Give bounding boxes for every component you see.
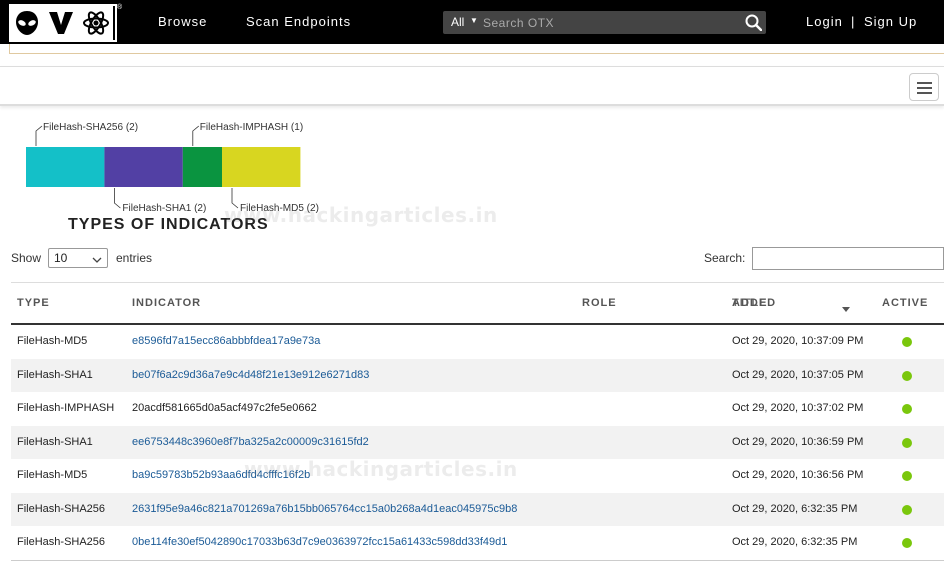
table-row: FileHash-SHA1 be07f6a2c9d36a7e9c4d48f21e1… (11, 358, 944, 392)
added-date-cell: Oct 29, 2020, 10:36:59 PM (732, 435, 864, 448)
table-bottom-border (11, 559, 944, 561)
table-search-label: Search: (704, 251, 746, 265)
chart-data-label: FileHash-MD5 (2) (240, 203, 319, 214)
auth-separator: | (851, 14, 856, 29)
indicator-type-cell: FileHash-SHA1 (17, 368, 93, 381)
indicator-type-cell: FileHash-MD5 (17, 469, 88, 481)
added-date-cell: Oct 29, 2020, 6:32:35 PM (732, 536, 858, 548)
table-row: FileHash-SHA256 0be114fe30ef5042890c17033… (11, 526, 944, 560)
active-status-dot-icon (902, 538, 912, 548)
indicator-type-cell: FileHash-MD5 (17, 335, 88, 347)
chart-label-leader-line (35, 125, 43, 146)
indicator-type-cell: FileHash-SHA1 (17, 435, 93, 448)
table-header: TYPE INDICATOR ROLE TITLE ADDED ACTIVE (11, 282, 944, 325)
chart-title: TYPES OF INDICATORS (68, 216, 269, 233)
registered-mark: ® (117, 4, 123, 11)
active-status-dot-icon (902, 370, 912, 381)
col-header-active[interactable]: ACTIVE (882, 297, 928, 309)
sort-desc-icon[interactable] (842, 300, 850, 318)
table-body: FileHash-MD5 e8596fd7a15ecc86abbbfdea17a9… (11, 325, 944, 560)
otx-search-bar: All ▼ (443, 11, 766, 34)
otx-logo[interactable] (9, 4, 117, 42)
indicator-type-cell: FileHash-SHA256 (17, 536, 106, 548)
indicator-types-chart: FileHash-SHA256 (2) FileHash-SHA1 (2) File… (26, 122, 319, 214)
chart-bar-segment[interactable] (104, 147, 183, 187)
added-date-cell: Oct 29, 2020, 10:37:05 PM (732, 368, 864, 381)
indicator-link[interactable]: e8596fd7a15ecc86abbbfdea17a9e73a (132, 335, 320, 347)
atom-logo-icon (79, 6, 113, 40)
nav-scan-endpoints-link[interactable]: Scan Endpoints (246, 14, 351, 29)
indicator-link[interactable]: 0be114fe30ef5042890c17033b63d7c9e0363972… (132, 536, 507, 548)
active-status-dot-icon (902, 504, 912, 515)
added-date-cell: Oct 29, 2020, 10:37:02 PM (732, 402, 864, 414)
caret-down-icon[interactable]: ▼ (470, 16, 478, 25)
notice-strip (9, 44, 944, 54)
active-status-dot-icon (902, 437, 912, 448)
indicator-type-cell: FileHash-SHA256 (17, 502, 106, 515)
table-row: FileHash-SHA1 ee6753448c3960e8f7ba325a2c0… (11, 425, 944, 459)
active-status-dot-icon (902, 337, 912, 347)
chart-label-leader-line (231, 188, 239, 209)
added-date-cell: Oct 29, 2020, 10:37:09 PM (732, 335, 864, 347)
added-date-cell: Oct 29, 2020, 10:36:56 PM (732, 469, 864, 481)
indicator-text: 20acdf581665d0a5acf497c2fe5e0662 (132, 402, 317, 414)
active-status-dot-icon (902, 404, 912, 414)
chart-data-label: FileHash-SHA256 (2) (43, 122, 138, 133)
page-size-select[interactable]: 10 (48, 248, 108, 268)
indicators-table: TYPE INDICATOR ROLE TITLE ADDED ACTIVE F… (11, 282, 944, 561)
alien-logo-icon (11, 6, 45, 40)
table-row: FileHash-IMPHASH 20acdf581665d0a5acf497c2… (11, 392, 944, 426)
chart-bar-segment[interactable] (222, 147, 301, 187)
page-size-value: 10 (54, 251, 68, 265)
entries-label: entries (116, 251, 153, 265)
chart-label-leader-line (192, 125, 200, 146)
search-scope-dropdown[interactable]: All (451, 15, 464, 29)
chart-label-leader-line (114, 188, 121, 209)
chart-data-label: FileHash-IMPHASH (1) (200, 122, 303, 133)
indicator-link[interactable]: be07f6a2c9d36a7e9c4d48f21e13e912e6271d83 (132, 369, 369, 381)
search-icon[interactable] (745, 14, 763, 36)
chart-bar-segment[interactable] (26, 147, 105, 187)
added-date-cell: Oct 29, 2020, 6:32:35 PM (732, 502, 858, 515)
col-header-role[interactable]: ROLE (582, 297, 617, 309)
active-status-dot-icon (902, 471, 912, 481)
chart-bar-segment[interactable] (182, 147, 222, 187)
indicator-link[interactable]: ee6753448c3960e8f7ba325a2c00009c31615fd2 (132, 436, 369, 448)
indicator-type-cell: FileHash-IMPHASH (17, 402, 115, 414)
table-row: FileHash-MD5 e8596fd7a15ecc86abbbfdea17a9… (11, 325, 944, 359)
table-row: FileHash-MD5 ba9c59783b52b93aa6dfd4cfffc1… (11, 459, 944, 493)
indicator-link[interactable]: 2631f95e9a46c821a701269a76b15bb065764cc1… (132, 503, 517, 515)
signup-link[interactable]: Sign Up (864, 14, 917, 29)
login-link[interactable]: Login (806, 14, 843, 29)
col-header-indicator[interactable]: INDICATOR (132, 297, 201, 309)
chart-data-label: FileHash-SHA1 (2) (122, 203, 206, 214)
nav-browse-link[interactable]: Browse (158, 14, 207, 29)
indicator-link[interactable]: ba9c59783b52b93aa6dfd4cfffc16f2b (132, 469, 310, 481)
v-logo-icon (45, 6, 79, 40)
col-header-added[interactable]: ADDED (732, 297, 776, 309)
table-search-input[interactable] (752, 247, 944, 270)
chevron-down-icon (92, 252, 102, 270)
hamburger-menu-button[interactable] (909, 73, 939, 101)
top-navbar: ® Browse Scan Endpoints All ▼ Login | Si… (0, 0, 944, 44)
table-row: FileHash-SHA256 2631f95e9a46c821a701269a7… (11, 492, 944, 526)
secondary-toolbar (0, 66, 944, 106)
show-label: Show (11, 251, 42, 265)
col-header-type[interactable]: TYPE (17, 297, 50, 309)
otx-search-input[interactable] (483, 13, 733, 32)
